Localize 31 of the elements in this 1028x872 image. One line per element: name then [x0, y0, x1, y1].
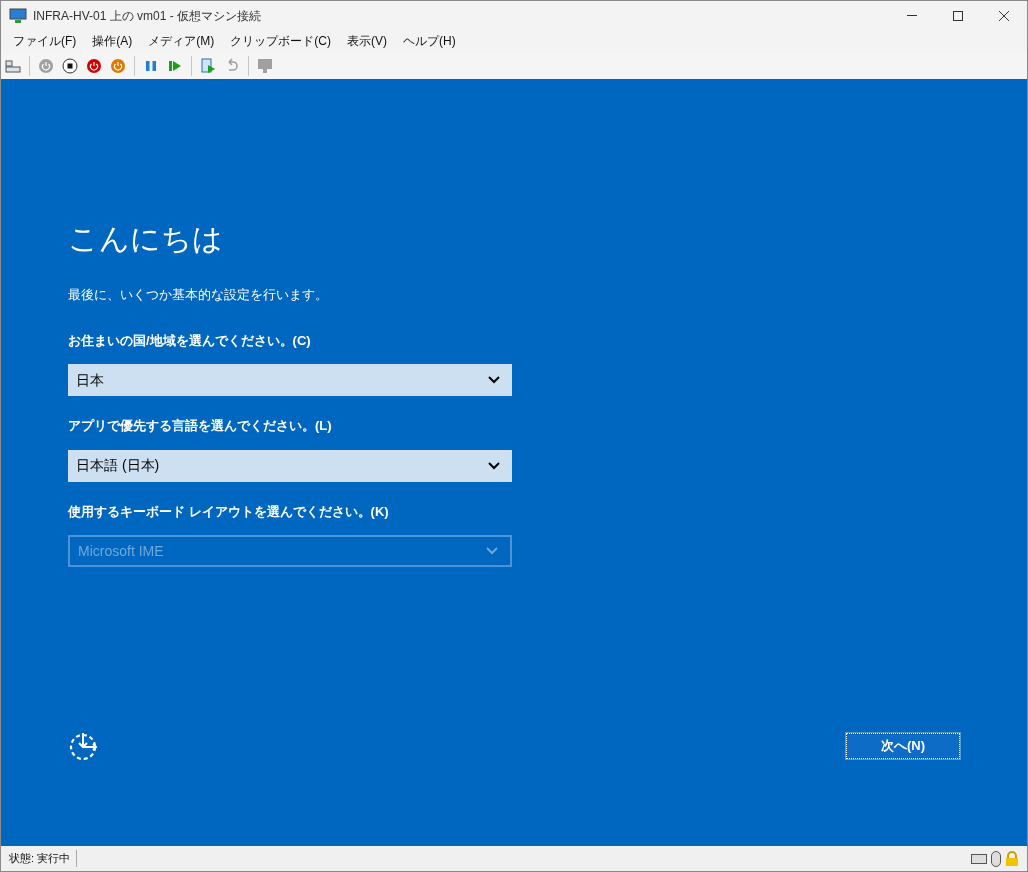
field-label: お住まいの国/地域を選んでください。(C) [68, 331, 312, 350]
field-label: 使用するキーボード レイアウトを選んでください。(K) [68, 502, 390, 521]
dropdown-value: Microsoft IME [78, 541, 164, 561]
stop-icon[interactable] [62, 57, 78, 74]
next-button[interactable]: 次へ(N) [846, 733, 960, 759]
menu-item[interactable]: ヘルプ(H) [395, 32, 464, 50]
dropdown[interactable]: 日本語 (日本) [68, 449, 512, 482]
keyboard-icon [971, 853, 987, 864]
dropdown-value: 日本語 (日本) [76, 456, 160, 475]
menu-item[interactable]: クリップボード(C) [222, 32, 339, 50]
chevron-down-icon [488, 461, 500, 470]
menu-item[interactable]: メディア(M) [140, 32, 223, 50]
document-play-icon[interactable] [200, 57, 216, 74]
heading: こんにちは [68, 221, 224, 257]
computer-icon [9, 7, 27, 24]
menu-item[interactable]: 操作(A) [84, 32, 141, 50]
menu-item[interactable]: ファイル(F) [5, 32, 85, 50]
status-text: 状態: 実行中 [9, 850, 78, 867]
chevron-down-icon [486, 547, 498, 555]
mouse-icon [991, 850, 1001, 867]
dropdown[interactable]: 日本 [68, 364, 512, 396]
power-icon[interactable] [86, 57, 102, 74]
intro-text: 最後に、いくつか基本的な設定を行います。 [68, 286, 329, 304]
window-title: INFRA-HV-01 上の vm01 - 仮想マシン接続 [33, 7, 262, 25]
keyboard-icon[interactable] [5, 57, 21, 74]
power-icon[interactable] [110, 57, 126, 74]
field-label: アプリで優先する言語を選んでください。(L) [68, 417, 333, 435]
menu-item[interactable]: 表示(V) [339, 32, 395, 50]
dropdown-value: 日本 [76, 370, 104, 390]
chevron-down-icon [488, 376, 500, 384]
lock-icon [1005, 850, 1019, 867]
